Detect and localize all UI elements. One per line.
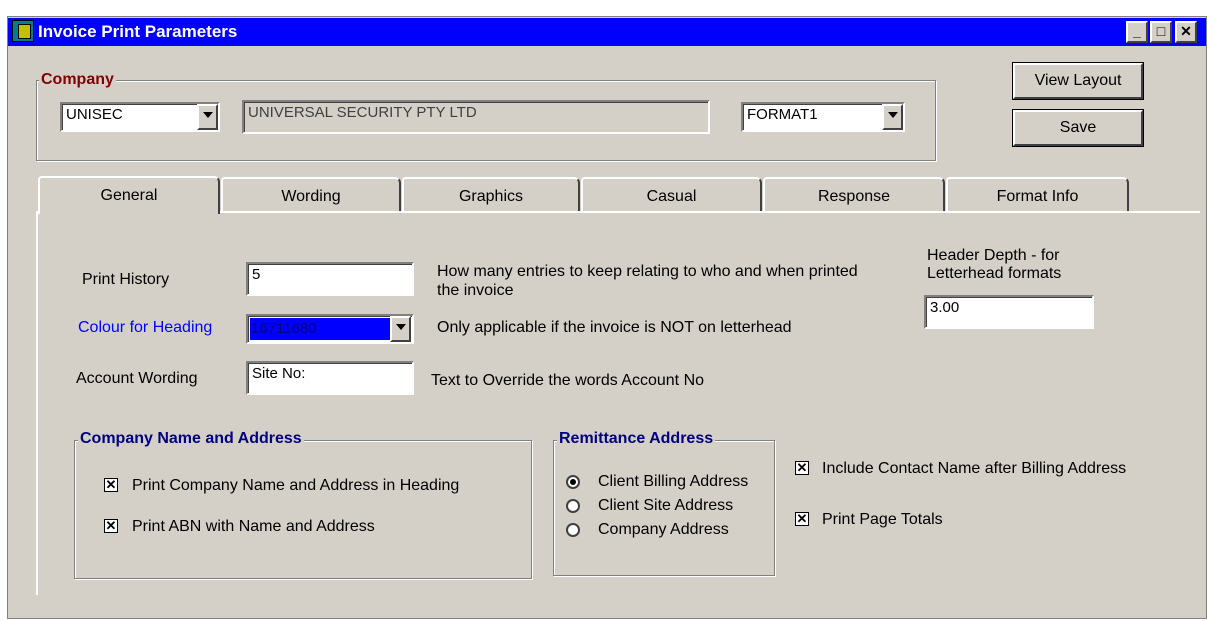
header-depth-label-line2: Letterhead formats	[927, 265, 1062, 282]
format-value: FORMAT1	[747, 106, 818, 123]
radio-company-address[interactable]	[566, 523, 580, 537]
minimize-button[interactable]: _	[1126, 21, 1148, 43]
include-contact-checkbox[interactable]: ✕	[795, 461, 809, 475]
maximize-button[interactable]: □	[1150, 21, 1172, 43]
chevron-down-icon[interactable]	[390, 316, 411, 342]
print-abn-checkbox[interactable]: ✕	[104, 519, 118, 533]
save-button[interactable]: Save	[1012, 109, 1144, 147]
radio-client-billing[interactable]	[566, 475, 580, 489]
tab-wording[interactable]: Wording	[221, 177, 401, 213]
include-contact-label[interactable]: Include Contact Name after Billing Addre…	[822, 459, 1126, 479]
print-page-totals-checkbox[interactable]: ✕	[795, 512, 809, 526]
tab-casual[interactable]: Casual	[581, 177, 762, 213]
print-in-heading-checkbox[interactable]: ✕	[104, 478, 118, 492]
account-wording-label: Account Wording	[76, 370, 198, 387]
tab-general[interactable]: General	[38, 176, 220, 214]
view-layout-button[interactable]: View Layout	[1012, 62, 1144, 100]
print-in-heading-label[interactable]: Print Company Name and Address in Headin…	[132, 476, 459, 496]
tab-graphics[interactable]: Graphics	[402, 177, 580, 213]
company-legend: Company	[39, 71, 116, 89]
close-button[interactable]: ✕	[1175, 21, 1197, 43]
colour-heading-combo[interactable]: 16711680	[246, 314, 414, 344]
print-history-label: Print History	[82, 271, 170, 288]
header-depth-input[interactable]: 3.00	[924, 295, 1094, 329]
header-depth-label-line1: Header Depth - for	[927, 247, 1060, 264]
print-page-totals-label[interactable]: Print Page Totals	[822, 510, 943, 530]
company-code-value: UNISEC	[66, 106, 123, 123]
print-history-value: 5	[252, 266, 261, 283]
print-history-help: How many entries to keep relating to who…	[437, 263, 858, 299]
company-name-field: UNIVERSAL SECURITY PTY LTD	[242, 100, 710, 134]
chevron-down-icon[interactable]	[197, 104, 218, 130]
remittance-address-legend: Remittance Address	[557, 430, 716, 448]
radio-client-site[interactable]	[566, 499, 580, 513]
colour-heading-help: Only applicable if the invoice is NOT on…	[437, 319, 792, 336]
window-title: Invoice Print Parameters	[38, 22, 238, 41]
company-name-value: UNIVERSAL SECURITY PTY LTD	[248, 104, 477, 121]
app-icon[interactable]	[12, 20, 34, 42]
colour-swatch: 16711680	[250, 318, 391, 340]
company-name-address-legend: Company Name and Address	[78, 430, 304, 448]
account-wording-value: Site No:	[252, 365, 306, 382]
company-address-label[interactable]: Company Address	[598, 520, 729, 540]
client-billing-label[interactable]: Client Billing Address	[598, 472, 748, 492]
client-site-label[interactable]: Client Site Address	[598, 496, 733, 516]
account-wording-help: Text to Override the words Account No	[431, 372, 705, 389]
tab-format-info[interactable]: Format Info	[946, 177, 1129, 213]
print-history-input[interactable]: 5	[246, 262, 414, 296]
colour-heading-label: Colour for Heading	[78, 319, 213, 336]
print-abn-label[interactable]: Print ABN with Name and Address	[132, 517, 375, 537]
header-depth-value: 3.00	[930, 299, 960, 316]
format-combo[interactable]: FORMAT1	[741, 102, 905, 132]
company-name-address-group	[74, 440, 532, 579]
tab-response[interactable]: Response	[763, 177, 945, 213]
account-wording-input[interactable]: Site No:	[246, 361, 414, 395]
chevron-down-icon[interactable]	[882, 104, 903, 130]
company-code-combo[interactable]: UNISEC	[60, 102, 220, 132]
